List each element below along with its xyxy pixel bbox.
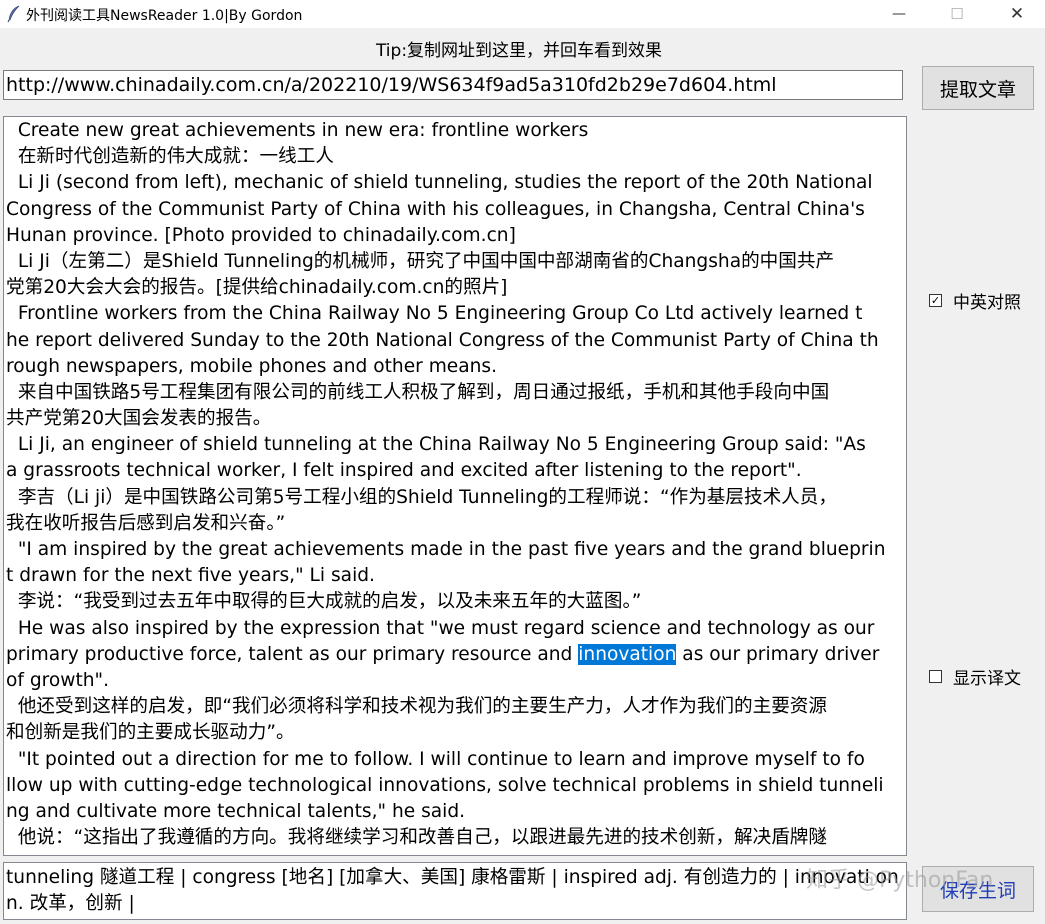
show-translation-checkbox[interactable]: 显示译文 <box>929 664 1021 689</box>
article-line: Li Ji（左第二）是Shield Tunneling的机械师，研究了中国中国中… <box>6 250 835 272</box>
maximize-button[interactable]: ☐ <box>934 0 980 28</box>
title-bar: 外刊阅读工具NewsReader 1.0|By Gordon — ☐ ✕ <box>0 0 1045 28</box>
article-line: Li Ji (second from left), mechanic of sh… <box>6 172 873 194</box>
selected-word[interactable]: innovation <box>578 643 677 665</box>
bilingual-checkbox-label: 中英对照 <box>953 293 1021 313</box>
article-line: he report delivered Sunday to the 20th N… <box>6 329 879 351</box>
save-vocabulary-button[interactable]: 保存生词 <box>922 866 1034 912</box>
checkbox-mark-icon[interactable]: ✓ <box>929 294 942 307</box>
article-line: 他说：“这指出了我遵循的方向。我将继续学习和改善自己，以跟进最先进的技术创新，解… <box>6 827 827 849</box>
article-line: Hunan province. [Photo provided to china… <box>6 224 516 246</box>
article-text-area[interactable]: Create new great achievements in new era… <box>3 116 907 856</box>
article-line: llow up with cutting-edge technological … <box>6 774 884 796</box>
article-line: 李吉（Li ji）是中国铁路公司第5号工程小组的Shield Tunneling… <box>6 486 837 508</box>
article-line: of growth". <box>6 669 109 691</box>
article-line: t drawn for the next five years," Li sai… <box>6 565 375 587</box>
close-button[interactable]: ✕ <box>994 0 1040 28</box>
article-line: Li Ji, an engineer of shield tunneling a… <box>6 434 866 456</box>
article-line: 在新时代创造新的伟大成就：一线工人 <box>6 146 334 168</box>
vocabulary-text: tunneling 隧道工程 | congress [地名] [加拿大、美国] … <box>6 867 899 914</box>
checkbox-empty-icon[interactable] <box>929 670 942 683</box>
article-line: 和创新是我们的主要成长驱动力”。 <box>6 722 295 744</box>
article-line: 来自中国铁路5号工程集团有限公司的前线工人积极了解到，周日通过报纸，手机和其他手… <box>6 381 830 403</box>
article-line: 共产党第20大国会发表的报告。 <box>6 408 272 430</box>
highlight-after-text: as our primary driver <box>676 643 880 665</box>
article-line: Create new great achievements in new era… <box>6 120 589 141</box>
article-line: "I am inspired by the great achievements… <box>6 539 886 560</box>
article-line: Frontline workers from the China Railway… <box>6 303 863 325</box>
tip-label: Tip:复制网址到这里，并回车看到效果 <box>375 41 663 61</box>
minimize-button[interactable]: — <box>876 0 922 28</box>
feather-icon <box>7 5 20 23</box>
article-line: rough newspapers, mobile phones and othe… <box>6 355 498 377</box>
article-line: 他还受到这样的启发，即“我们必须将科学和技术视为我们的主要生产力，人才作为我们的… <box>6 696 827 718</box>
article-line: "It pointed out a direction for me to fo… <box>6 748 865 770</box>
article-line: Congress of the Communist Party of China… <box>6 198 865 220</box>
article-line: a grassroots technical worker, I felt in… <box>6 460 802 482</box>
show-translation-checkbox-label: 显示译文 <box>953 669 1021 689</box>
article-line: 党第20大会大会的报告。[提供给chinadaily.com.cn的照片] <box>6 277 508 299</box>
article-line: He was also inspired by the expression t… <box>6 617 875 639</box>
article-line: 李说：“我受到过去五年中取得的巨大成就的启发，以及未来五年的大蓝图。” <box>6 591 642 613</box>
extract-article-button[interactable]: 提取文章 <box>922 66 1034 110</box>
highlight-before-text: primary productive force, talent as our … <box>6 643 579 665</box>
article-line: ng and cultivate more technical talents,… <box>6 800 466 822</box>
article-line: 我在收听报告后感到启发和兴奋。” <box>6 512 286 534</box>
vocabulary-text-area[interactable]: tunneling 隧道工程 | congress [地名] [加拿大、美国] … <box>3 862 907 920</box>
url-input[interactable] <box>3 70 903 100</box>
window-title: 外刊阅读工具NewsReader 1.0|By Gordon <box>26 8 303 24</box>
article-line-highlighted: primary productive force, talent as our … <box>6 642 906 668</box>
bilingual-checkbox[interactable]: ✓ 中英对照 <box>929 288 1021 313</box>
article-content: Create new great achievements in new era… <box>4 117 906 851</box>
